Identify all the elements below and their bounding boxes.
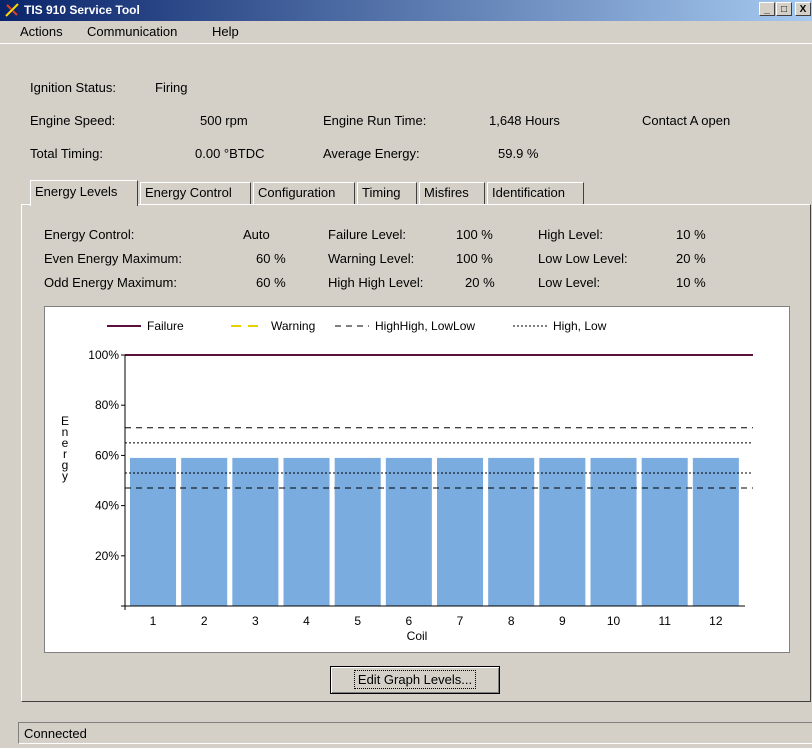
x-tick-label: 12 <box>709 614 723 628</box>
contact-status: Contact A open <box>642 113 731 128</box>
tab-configuration[interactable]: Configuration <box>253 182 355 204</box>
menu-help[interactable]: Help <box>212 24 239 39</box>
bar-coil-2 <box>181 457 228 606</box>
ignition-status-label: Ignition Status: <box>30 80 116 95</box>
x-axis-label: Coil <box>407 629 428 643</box>
x-tick-label: 10 <box>607 614 621 628</box>
x-tick-label: 7 <box>457 614 464 628</box>
engine-run-time-value: 1,648 Hours <box>489 113 560 128</box>
y-tick-label: 40% <box>95 499 119 513</box>
bar-coil-8 <box>488 457 535 606</box>
status-text: Connected <box>24 726 87 741</box>
y-tick-label: 80% <box>95 398 119 412</box>
tab-energy-control[interactable]: Energy Control <box>140 182 251 204</box>
menu-bar: Actions Communication Help <box>0 21 812 44</box>
high-level-label: High Level: <box>538 227 604 242</box>
x-tick-label: 6 <box>406 614 413 628</box>
energy-control-value: Auto <box>243 227 270 242</box>
bar-coil-10 <box>590 457 637 606</box>
high-high-level-label: High High Level: <box>328 275 424 290</box>
y-tick-label: 100% <box>88 348 119 362</box>
energy-chart: 1 2 3 4 5 6 7 8 9 10 11 12 20% 40% 60% 80% 100% Coil En e r g… <box>44 306 790 653</box>
tab-misfires[interactable]: Misfires <box>419 182 485 204</box>
legend-warning-label: Warning <box>271 319 315 333</box>
app-icon <box>4 2 20 18</box>
low-low-level-label: Low Low Level: <box>538 251 628 266</box>
legend-highhigh-lowlow-label: HighHigh, LowLow <box>375 319 475 333</box>
minimize-button[interactable]: _ <box>759 2 775 16</box>
y-tick-label: 20% <box>95 549 119 563</box>
total-timing-value: 0.00 °BTDC <box>195 146 265 161</box>
even-energy-max-value: 60 % <box>256 251 286 266</box>
bar-coil-9 <box>539 457 586 606</box>
close-button[interactable]: X <box>795 2 811 16</box>
low-level-value: 10 % <box>676 275 706 290</box>
edit-graph-levels-label: Edit Graph Levels... <box>353 670 477 689</box>
bar-coil-5 <box>334 457 381 606</box>
tab-energy-levels[interactable]: Energy Levels <box>30 180 138 206</box>
bar-coil-6 <box>385 457 432 606</box>
warning-level-label: Warning Level: <box>328 251 415 266</box>
failure-level-value: 100 % <box>456 227 493 242</box>
low-low-level-value: 20 % <box>676 251 706 266</box>
total-timing-label: Total Timing: <box>30 146 103 161</box>
engine-speed-value: 500 rpm <box>200 113 248 128</box>
bar-coil-7 <box>437 457 484 606</box>
warning-level-value: 100 % <box>456 251 493 266</box>
energy-control-label: Energy Control: <box>44 227 135 242</box>
even-energy-max-label: Even Energy Maximum: <box>44 251 182 266</box>
bar-coil-3 <box>232 457 279 606</box>
x-tick-label: 1 <box>150 614 157 628</box>
average-energy-value: 59.9 % <box>498 146 539 161</box>
failure-level-label: Failure Level: <box>328 227 407 242</box>
legend-high-low-label: High, Low <box>553 319 607 333</box>
tab-identification[interactable]: Identification <box>487 182 584 204</box>
bar-coil-4 <box>283 457 330 606</box>
odd-energy-max-value: 60 % <box>256 275 286 290</box>
high-level-value: 10 % <box>676 227 706 242</box>
high-high-level-value: 20 % <box>465 275 495 290</box>
status-bar: Connected <box>18 722 812 744</box>
bar-coil-12 <box>692 457 739 606</box>
engine-run-time-label: Engine Run Time: <box>323 113 427 128</box>
y-tick-label: 60% <box>95 448 119 462</box>
menu-actions[interactable]: Actions <box>20 24 63 39</box>
engine-speed-label: Engine Speed: <box>30 113 116 128</box>
x-tick-label: 4 <box>303 614 310 628</box>
title-bar[interactable]: TIS 910 Service Tool _ □ X <box>0 0 812 21</box>
edit-graph-levels-button[interactable]: Edit Graph Levels... <box>330 666 500 694</box>
odd-energy-max-label: Odd Energy Maximum: <box>44 275 177 290</box>
x-tick-label: 11 <box>658 614 671 628</box>
menu-communication[interactable]: Communication <box>87 24 177 39</box>
energy-chart-svg: 1 2 3 4 5 6 7 8 9 10 11 1220%40%60%80%100%CoilEnerg… <box>61 319 753 643</box>
window-title: TIS 910 Service Tool <box>24 3 140 17</box>
ignition-status-value: Firing <box>155 80 188 95</box>
x-tick-label: 9 <box>559 614 566 628</box>
bar-coil-1 <box>130 457 177 606</box>
x-tick-label: 5 <box>354 614 361 628</box>
average-energy-label: Average Energy: <box>323 146 420 161</box>
low-level-label: Low Level: <box>538 275 601 290</box>
maximize-button[interactable]: □ <box>776 2 792 16</box>
legend-failure-label: Failure <box>147 319 184 333</box>
x-tick-label: 2 <box>201 614 208 628</box>
y-axis-label-char: y <box>62 469 68 483</box>
bar-coil-11 <box>641 457 688 606</box>
x-tick-label: 8 <box>508 614 515 628</box>
x-tick-label: 3 <box>252 614 259 628</box>
tab-timing[interactable]: Timing <box>357 182 417 204</box>
